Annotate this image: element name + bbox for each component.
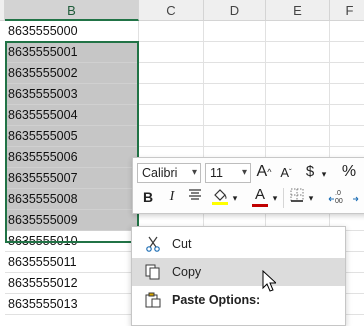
increase-decimal-icon: .0 00 <box>328 190 343 205</box>
cell-empty[interactable] <box>330 21 364 42</box>
font-size-dropdown[interactable]: 11 ▾ <box>205 163 251 183</box>
cell-empty[interactable] <box>330 105 364 126</box>
column-header-c[interactable]: C <box>139 0 204 21</box>
svg-text:00: 00 <box>335 198 343 205</box>
cell-b[interactable]: 8635555003 <box>5 84 139 105</box>
cell-b[interactable]: 8635555001 <box>5 42 139 63</box>
borders-button[interactable] <box>289 187 305 207</box>
cell-b[interactable]: 8635555009 <box>5 210 139 231</box>
align-center-icon <box>189 189 201 200</box>
font-color-swatch <box>252 204 268 207</box>
borders-icon <box>290 188 304 202</box>
cell-empty[interactable] <box>204 105 266 126</box>
paint-bucket-icon <box>212 189 228 205</box>
font-color-button[interactable]: A <box>251 185 269 207</box>
grow-font-button[interactable]: A^ <box>255 162 273 182</box>
column-header-e[interactable]: E <box>266 0 330 21</box>
chevron-down-icon[interactable]: ▾ <box>307 188 315 208</box>
align-center-button[interactable] <box>187 187 203 207</box>
shrink-font-icon: A <box>280 165 289 180</box>
percent-format-button[interactable]: % <box>340 162 358 182</box>
context-menu-copy-label: Copy <box>172 265 202 279</box>
cell-empty[interactable] <box>204 42 266 63</box>
chevron-down-icon: ▾ <box>191 167 197 178</box>
context-menu-cut-label: Cut <box>172 237 192 251</box>
cell-empty[interactable] <box>266 84 330 105</box>
cell-empty[interactable] <box>204 21 266 42</box>
cell-b[interactable]: 8635555002 <box>5 63 139 84</box>
cell-b[interactable]: 8635555011 <box>5 252 139 273</box>
context-menu-cut[interactable]: Cut <box>132 230 345 258</box>
cell-b[interactable]: 8635555012 <box>5 273 139 294</box>
increase-decimal-button[interactable]: .0 00 <box>328 187 350 213</box>
cell-empty[interactable] <box>266 105 330 126</box>
cell-empty[interactable] <box>139 105 204 126</box>
context-menu: Cut Copy Paste Options: <box>131 226 346 326</box>
svg-text:.0: .0 <box>335 190 341 197</box>
cell-empty[interactable] <box>266 63 330 84</box>
cell-b[interactable]: 8635555010 <box>5 231 139 252</box>
mouse-pointer-icon <box>262 270 276 292</box>
cell-empty[interactable] <box>139 63 204 84</box>
chevron-down-icon[interactable]: ▾ <box>271 188 279 208</box>
chevron-down-icon[interactable]: ▾ <box>319 164 329 184</box>
chevron-down-icon[interactable]: ▾ <box>231 188 239 208</box>
cell-b[interactable]: 8635555004 <box>5 105 139 126</box>
context-menu-paste-options: Paste Options: <box>132 286 345 314</box>
cell-empty[interactable] <box>204 126 266 147</box>
cell-empty[interactable] <box>330 42 364 63</box>
column-header-d[interactable]: D <box>204 0 266 21</box>
copy-icon <box>145 264 160 280</box>
chevron-down-icon: ▾ <box>241 167 247 178</box>
bold-button[interactable]: B <box>141 187 155 207</box>
decrease-decimal-icon <box>353 196 359 202</box>
fill-color-button[interactable] <box>211 186 229 211</box>
cell-b[interactable]: 8635555013 <box>5 294 139 315</box>
currency-format-button[interactable]: $ <box>303 162 317 182</box>
cell-empty[interactable] <box>330 126 364 147</box>
cell-empty[interactable] <box>330 84 364 105</box>
column-header-f[interactable]: F <box>330 0 364 21</box>
font-color-icon: A <box>254 186 265 203</box>
cell-empty[interactable] <box>266 126 330 147</box>
mini-toolbar: Calibri ▾ 11 ▾ A^ Aˇ $ ▾ % B I ▾ A ▾ ▾ .… <box>132 157 364 214</box>
cell-b[interactable]: 8635555008 <box>5 189 139 210</box>
font-size-value: 11 <box>210 166 223 180</box>
cell-empty[interactable] <box>266 42 330 63</box>
grow-font-icon: A <box>256 163 268 180</box>
shrink-font-button[interactable]: Aˇ <box>278 163 294 183</box>
cell-empty[interactable] <box>204 84 266 105</box>
cell-b[interactable]: 8635555007 <box>5 168 139 189</box>
decrease-decimal-button[interactable] <box>353 187 364 213</box>
font-name-dropdown[interactable]: Calibri ▾ <box>137 163 201 183</box>
cell-b[interactable]: 8635555006 <box>5 147 139 168</box>
context-menu-paste-label: Paste Options: <box>172 293 261 307</box>
cell-empty[interactable] <box>139 42 204 63</box>
font-name-value: Calibri <box>142 166 178 180</box>
cell-empty[interactable] <box>139 126 204 147</box>
cell-empty[interactable] <box>204 63 266 84</box>
context-menu-copy[interactable]: Copy <box>132 258 345 286</box>
italic-button[interactable]: I <box>165 187 179 207</box>
cell-empty[interactable] <box>330 63 364 84</box>
column-header-b[interactable]: B <box>5 0 139 21</box>
cell-empty[interactable] <box>266 21 330 42</box>
toolbar-divider <box>283 188 284 208</box>
cell-empty[interactable] <box>139 21 204 42</box>
cell-b[interactable]: 8635555005 <box>5 126 139 147</box>
cell-b[interactable]: 8635555000 <box>5 21 139 42</box>
cell-empty[interactable] <box>139 84 204 105</box>
scissors-icon <box>146 236 160 252</box>
paste-icon <box>145 292 161 308</box>
